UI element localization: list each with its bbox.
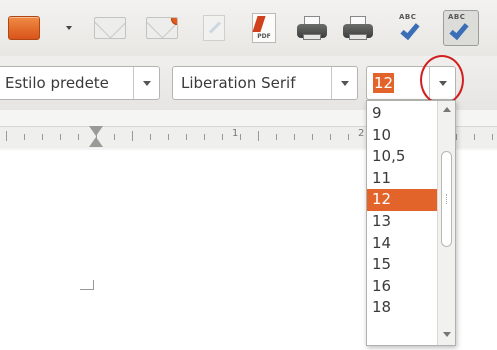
auto-spellcheck-button[interactable]: ABC [440, 10, 482, 46]
ruler-number: 1 [232, 128, 239, 139]
ruler-tick [222, 134, 223, 140]
font-size-option[interactable]: 12 [367, 189, 437, 211]
font-size-option[interactable]: 11 [367, 168, 437, 190]
spelling-icon: ABC [397, 13, 427, 43]
ruler-tick [474, 134, 475, 140]
export-pdf-icon: PDF [252, 13, 276, 43]
indent-marker[interactable] [89, 126, 103, 148]
font-size-value[interactable]: 12 [373, 73, 395, 93]
edit-file-icon [203, 15, 225, 41]
ruler-tick [294, 134, 295, 140]
scroll-down-icon[interactable] [443, 332, 451, 337]
font-size-option[interactable]: 9 [367, 103, 437, 125]
ruler-tick [168, 134, 169, 140]
ruler-tick [348, 134, 349, 140]
templates-button[interactable] [0, 10, 56, 46]
print-button[interactable] [292, 10, 332, 46]
ruler-tick [150, 134, 151, 140]
ruler-tick [78, 134, 79, 140]
ruler-tick [312, 134, 313, 140]
font-size-option[interactable]: 15 [367, 254, 437, 276]
font-size-option[interactable]: 10,5 [367, 146, 437, 168]
chevron-down-icon [66, 26, 72, 30]
font-name-value: Liberation Serif [181, 74, 296, 92]
scroll-up-icon[interactable] [443, 107, 451, 112]
paragraph-style-value: Estilo predete [5, 74, 109, 92]
font-size-option[interactable]: 18 [367, 297, 437, 319]
scroll-thumb[interactable] [441, 151, 452, 247]
ruler-tick [330, 134, 331, 140]
spelling-abc-label: ABC [399, 13, 417, 21]
font-size-options: 9 10 10,5 11 12 13 14 15 16 18 [367, 103, 437, 319]
chevron-down-icon [142, 80, 151, 86]
font-name-dropdown-button[interactable] [331, 67, 357, 99]
ruler-tick [258, 131, 259, 141]
auto-spellcheck-icon: ABC [446, 13, 476, 43]
ruler-tick [6, 131, 7, 141]
email-document-icon [146, 17, 178, 39]
ruler-tick [24, 134, 25, 140]
auto-spell-abc-label: ABC [448, 13, 466, 21]
ruler-tick [132, 131, 133, 141]
ruler-number: 2 [358, 128, 365, 139]
highlight-circle [420, 55, 464, 105]
print-preview-button[interactable] [338, 10, 378, 46]
font-size-option[interactable]: 13 [367, 211, 437, 233]
ruler-tick [42, 134, 43, 140]
font-size-option[interactable]: 14 [367, 233, 437, 255]
chevron-down-icon [340, 80, 349, 86]
email-button[interactable] [88, 10, 132, 46]
templates-dropdown-button[interactable] [62, 10, 76, 46]
email-document-button[interactable] [140, 10, 184, 46]
ruler-tick [492, 134, 493, 140]
ruler-tick [60, 134, 61, 140]
list-scrollbar[interactable] [437, 101, 455, 345]
pdf-label: PDF [257, 33, 271, 40]
font-size-option[interactable]: 10 [367, 125, 437, 147]
font-name-combo[interactable]: Liberation Serif [172, 66, 358, 100]
paragraph-style-combo[interactable]: Estilo predete [0, 66, 160, 100]
paragraph-style-dropdown-button[interactable] [133, 67, 159, 99]
ruler-tick [114, 134, 115, 140]
ruler-tick [204, 134, 205, 140]
export-pdf-button[interactable]: PDF [244, 10, 284, 46]
ruler-tick [276, 134, 277, 140]
font-size-option[interactable]: 16 [367, 276, 437, 298]
ruler-tick [240, 134, 241, 140]
folder-icon [8, 16, 40, 40]
email-icon [94, 17, 126, 39]
edit-file-button[interactable] [196, 10, 232, 46]
spelling-button[interactable]: ABC [392, 10, 432, 46]
standard-toolbar: PDF ABC ABC [0, 0, 497, 56]
ruler-tick [186, 134, 187, 140]
ruler-tick [456, 134, 457, 140]
text-boundary-mark [80, 280, 94, 290]
print-preview-icon [343, 16, 373, 40]
printer-icon [297, 16, 327, 40]
font-size-list[interactable]: 9 10 10,5 11 12 13 14 15 16 18 [366, 100, 456, 346]
